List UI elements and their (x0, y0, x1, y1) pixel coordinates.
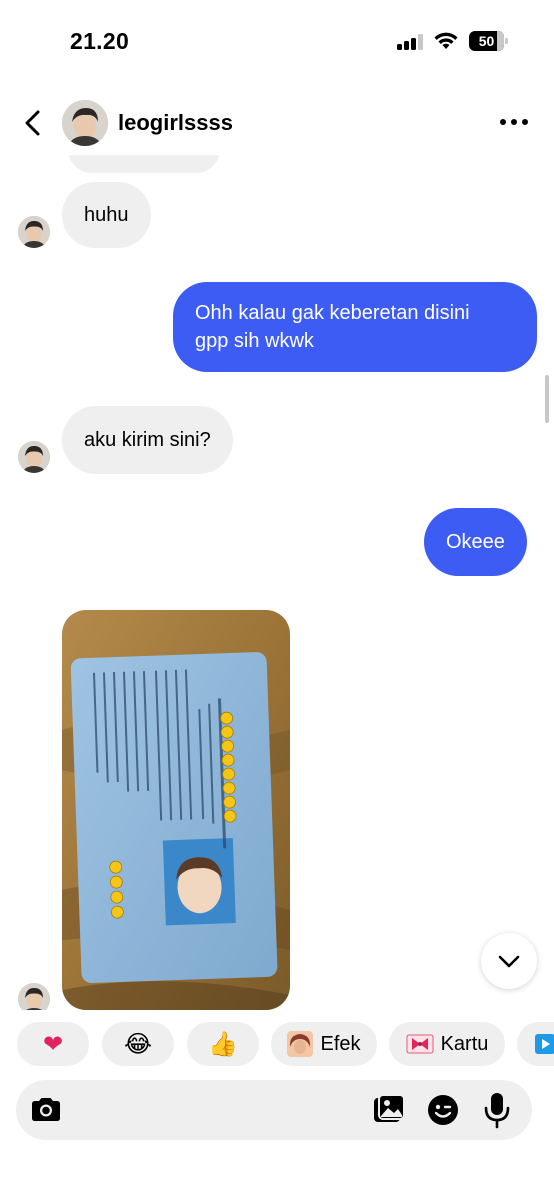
message-bubble-incoming[interactable]: aku kirim sini? (62, 406, 233, 474)
laughing-face-icon: 😂 (123, 1030, 153, 1058)
status-bar: 21.20 50 (0, 0, 554, 80)
card-label: Kartu (440, 1032, 489, 1055)
gallery-icon[interactable] (372, 1093, 406, 1127)
message-text-line2: gpp sih wkwk (195, 330, 314, 352)
message-bubble-incoming[interactable]: huhu (62, 182, 151, 248)
chevron-down-icon (498, 955, 520, 968)
laugh-reaction-button[interactable]: 😂 (102, 1022, 174, 1066)
message-text: aku kirim sini? (84, 429, 211, 451)
photo-message[interactable] (62, 610, 290, 1010)
thumbs-up-reaction-button[interactable]: 👍 (187, 1022, 259, 1066)
play-icon (535, 1034, 554, 1054)
card-button[interactable]: Kartu (389, 1022, 505, 1066)
sender-avatar[interactable] (18, 216, 50, 248)
camera-button[interactable] (22, 1086, 70, 1134)
battery-level: 50 (478, 33, 495, 49)
home-indicator (210, 1186, 344, 1191)
more-options-button[interactable] (498, 119, 530, 127)
back-button[interactable] (18, 107, 48, 139)
wifi-icon (434, 32, 458, 49)
message-text: huhu (84, 204, 129, 226)
signal-icon (397, 34, 425, 50)
message-bubble-partial (68, 155, 220, 173)
message-input[interactable] (78, 1080, 358, 1140)
quick-reactions-bar: ❤ 😂 👍 Efek Kartu (0, 1022, 554, 1068)
avatar[interactable] (62, 100, 108, 146)
thumbs-up-icon: 👍 (208, 1030, 238, 1058)
heart-icon: ❤ (42, 1030, 64, 1058)
chat-username[interactable]: leogirlssss (118, 110, 233, 136)
message-bubble-outgoing[interactable]: Ohh kalau gak keberetan disini gpp sih w… (173, 282, 537, 372)
message-bubble-outgoing[interactable]: Okeee (424, 508, 527, 576)
message-text: Okeee (446, 531, 505, 553)
sender-avatar[interactable] (18, 441, 50, 473)
avatar-effect-icon (287, 1031, 314, 1057)
status-time: 21.20 (70, 28, 130, 54)
battery-icon: 50 (469, 31, 509, 51)
sticker-icon[interactable] (426, 1093, 460, 1127)
scroll-to-bottom-button[interactable] (481, 933, 537, 989)
message-text-line1: Ohh kalau gak keberetan disini (195, 302, 470, 324)
more-reactions-button[interactable] (517, 1022, 554, 1066)
heart-reaction-button[interactable]: ❤ (17, 1022, 89, 1066)
microphone-icon[interactable] (482, 1091, 512, 1129)
id-card-photo (62, 610, 290, 1010)
scrollbar[interactable] (545, 375, 549, 423)
effects-button[interactable]: Efek (271, 1022, 377, 1066)
sender-avatar[interactable] (18, 983, 50, 1010)
message-thread[interactable]: huhu Ohh kalau gak keberetan disini gpp … (0, 155, 554, 1010)
chat-header: leogirlssss (0, 95, 554, 153)
camera-icon (32, 1098, 60, 1121)
effects-label: Efek (320, 1032, 361, 1055)
message-composer (16, 1080, 532, 1140)
gift-card-icon (406, 1034, 434, 1054)
